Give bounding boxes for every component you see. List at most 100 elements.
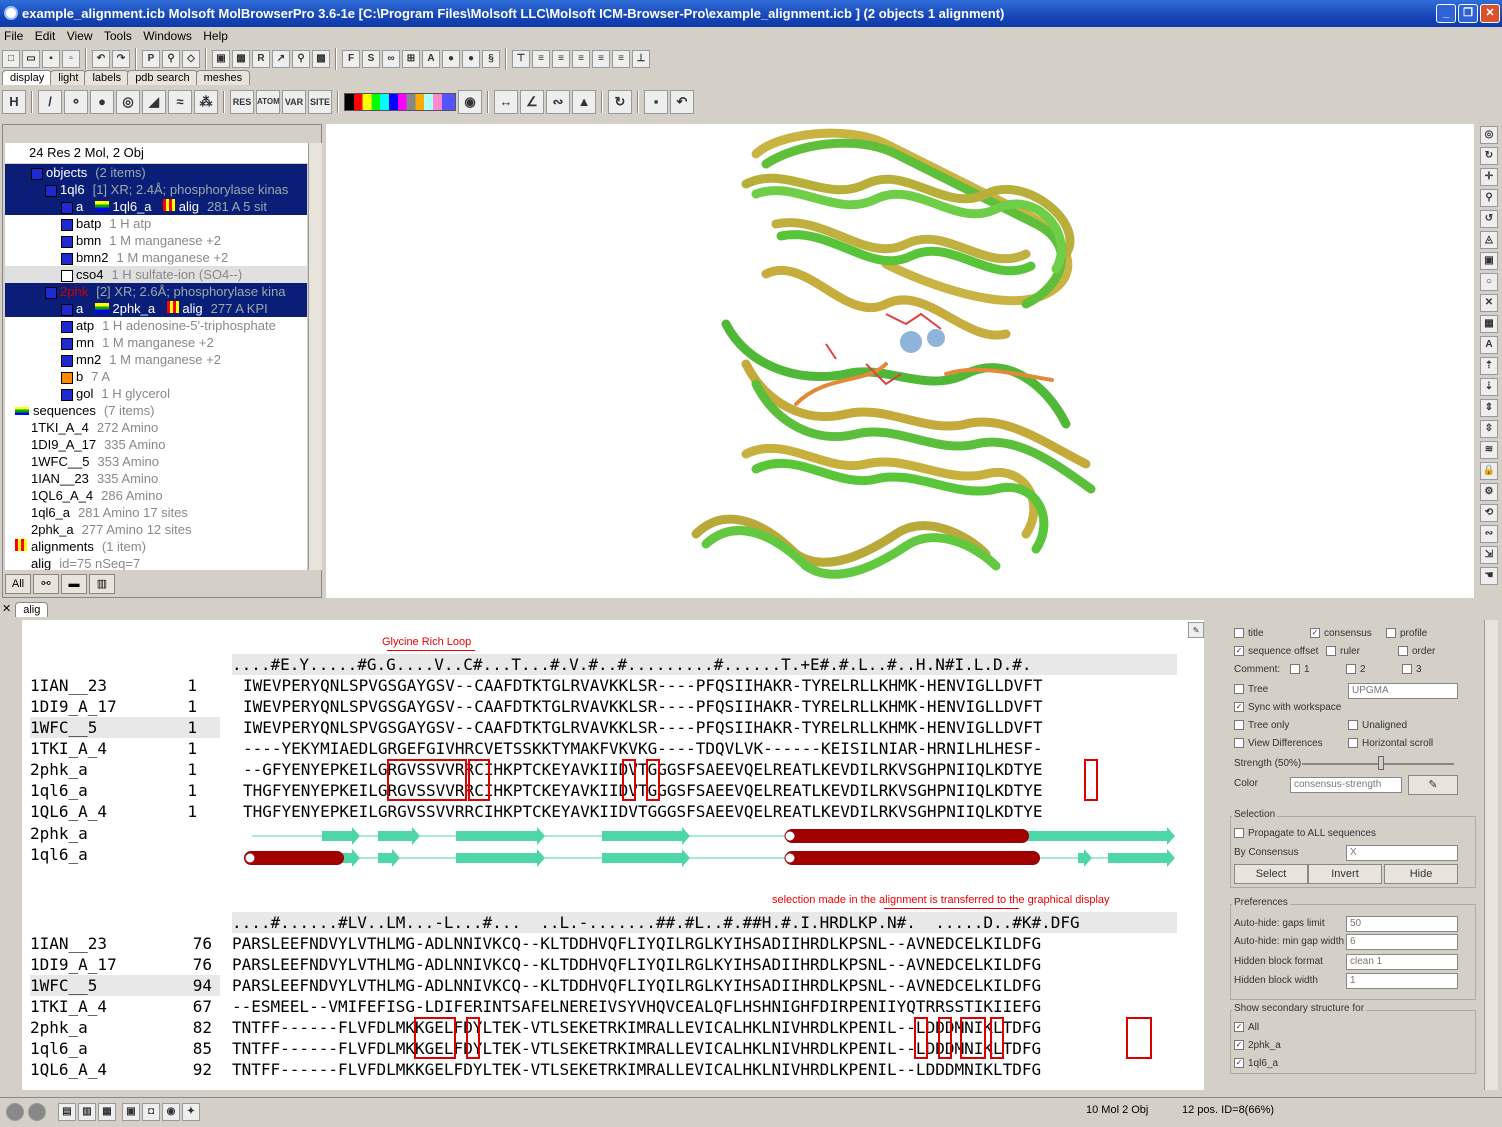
tab-labels[interactable]: labels: [84, 70, 130, 85]
menu-view[interactable]: View: [63, 29, 97, 43]
tree-item-seq-1tki[interactable]: 1TKI_A_4 272 Amino: [5, 419, 307, 436]
tree-item-seq-1di9[interactable]: 1DI9_A_17 335 Amino: [5, 436, 307, 453]
angle-icon[interactable]: ∠: [520, 90, 544, 114]
tree-item-bmn[interactable]: bmn 1 M manganese +2: [5, 232, 307, 249]
translate-icon[interactable]: ✛: [1480, 168, 1498, 186]
s-icon[interactable]: S: [362, 50, 380, 68]
menu-tools[interactable]: Tools: [100, 29, 136, 43]
filter-all-tab[interactable]: All: [5, 574, 31, 594]
tree-item-batp[interactable]: batp 1 H atp: [5, 215, 307, 232]
grid-icon[interactable]: ▩: [312, 50, 330, 68]
seq-row[interactable]: THGFYENYEPKEILGRGVSSVVRRCIHKPTCKEYAVKIID…: [243, 801, 1043, 822]
lock-icon[interactable]: 🔒: [1480, 462, 1498, 480]
clip-front-icon[interactable]: ⊤: [512, 50, 530, 68]
save-as-icon[interactable]: ▫: [62, 50, 80, 68]
skin-icon[interactable]: ◢: [142, 90, 166, 114]
select-box-icon[interactable]: ▣: [1480, 252, 1498, 270]
close-tab-icon[interactable]: ✕: [2, 602, 11, 618]
maximize-button[interactable]: ❐: [1458, 4, 1478, 23]
seq-row[interactable]: IWEVPERYQNLSPVGSGAYGSV--CAAFDTKTGLRVAVKK…: [243, 675, 1043, 696]
seq-name[interactable]: 2phk_a: [30, 759, 88, 780]
opt-order[interactable]: order: [1398, 646, 1435, 657]
filter-objects-tab[interactable]: ⚯: [33, 574, 59, 594]
filter-sequences-tab[interactable]: ▬: [61, 574, 87, 594]
a5-label-icon[interactable]: A: [1480, 336, 1498, 354]
opt-profile[interactable]: profile: [1386, 628, 1427, 639]
tree-item-objects[interactable]: objects (2 items): [5, 164, 307, 181]
menu-edit[interactable]: Edit: [31, 29, 60, 43]
select-button[interactable]: Select: [1234, 864, 1308, 884]
filter-alignments-tab[interactable]: ▥: [89, 574, 115, 594]
tab-meshes[interactable]: meshes: [195, 70, 251, 85]
stop-icon[interactable]: [6, 1103, 24, 1121]
tree-item-seq-2phk-a[interactable]: 2phk_a 277 Amino 12 sites: [5, 521, 307, 538]
tree-item-seq-1ian[interactable]: 1IAN__23 335 Amino: [5, 470, 307, 487]
seq-row[interactable]: TNTFF------FLVFDLMKKGELFDYLTEK-VTLSEKETR…: [232, 1059, 1041, 1080]
seq-name[interactable]: 1QL6_A_4: [30, 801, 107, 822]
clip-2-icon[interactable]: ≡: [552, 50, 570, 68]
opt-unaligned[interactable]: Unaligned: [1348, 720, 1407, 731]
seq-name[interactable]: 1DI9_A_17: [30, 696, 117, 717]
fog-icon[interactable]: F: [342, 50, 360, 68]
ss-2phk-checkbox[interactable]: ✓ 2phk_a: [1234, 1040, 1281, 1051]
hide-button[interactable]: Hide: [1384, 864, 1458, 884]
panel-icon[interactable]: ▤: [58, 1103, 76, 1121]
min-gap-width-input[interactable]: 6: [1346, 934, 1458, 950]
xstick-icon[interactable]: ⁂: [194, 90, 218, 114]
tab-light[interactable]: light: [50, 70, 87, 85]
eye-icon[interactable]: ◉: [162, 1103, 180, 1121]
opt-sequence-offset[interactable]: ✓ sequence offset: [1234, 646, 1318, 657]
residue-label-icon[interactable]: RES: [230, 90, 254, 114]
3d-viewer[interactable]: [326, 124, 1474, 598]
area-icon[interactable]: ▲: [572, 90, 596, 114]
select-residue-icon[interactable]: ▦: [232, 50, 250, 68]
tree-item-atp[interactable]: atp 1 H adenosine-5'-triphosphate: [5, 317, 307, 334]
tree-item-alig[interactable]: alig id=75 nSeq=7: [5, 555, 307, 570]
fog-depth-icon[interactable]: ≋: [1480, 441, 1498, 459]
clip-reset-icon[interactable]: ⇳: [1480, 420, 1498, 438]
lasso-icon[interactable]: ○: [1480, 273, 1498, 291]
tree-item-sequences[interactable]: sequences (7 items): [5, 402, 307, 419]
clip-down-icon[interactable]: ⇣: [1480, 378, 1498, 396]
scale-icon[interactable]: ⇲: [1480, 546, 1498, 564]
new-file-icon[interactable]: □: [2, 50, 20, 68]
menu-help[interactable]: Help: [199, 29, 232, 43]
distance-icon[interactable]: ↔: [494, 90, 518, 114]
axis-icon[interactable]: H: [2, 90, 26, 114]
move-icon[interactable]: ↗: [272, 50, 290, 68]
tree-scrollbar[interactable]: [308, 143, 322, 570]
tab-pdb-search[interactable]: pdb search: [127, 70, 198, 85]
tab-alig[interactable]: alig: [15, 602, 49, 617]
alignment-edit-icon[interactable]: ✎: [1188, 622, 1204, 638]
color-palette[interactable]: [344, 93, 456, 111]
select-icon[interactable]: ▣: [212, 50, 230, 68]
tree-method-select[interactable]: UPGMA: [1348, 683, 1458, 699]
rotate-icon[interactable]: ↻: [1480, 147, 1498, 165]
seq-row[interactable]: PARSLEEFNDVYLVTHLMG-ADLNNIVKCQ--KLTDDHVQ…: [232, 933, 1041, 954]
opt-title[interactable]: title: [1234, 628, 1264, 639]
close-button[interactable]: ✕: [1480, 4, 1500, 23]
save-icon[interactable]: ▪: [42, 50, 60, 68]
menu-file[interactable]: File: [0, 29, 27, 43]
seq-name[interactable]: 2phk_a: [30, 1017, 88, 1038]
stereo-icon[interactable]: ◬: [1480, 231, 1498, 249]
tree-item-1ql6-a[interactable]: a 1ql6_a alig 281 A 5 sit: [5, 198, 307, 215]
color-mode-select[interactable]: consensus-strength: [1290, 777, 1402, 793]
invert-button[interactable]: Invert: [1308, 864, 1382, 884]
seq-name[interactable]: 1TKI_A_4: [30, 996, 107, 1017]
menu-windows[interactable]: Windows: [139, 29, 196, 43]
seq-row[interactable]: ----YEKYMIAEDLGRGEFGIVHRCVETSSKKTYMAKFVK…: [243, 738, 1043, 759]
hidden-block-format-select[interactable]: clean 1: [1346, 954, 1458, 970]
color-wheel-icon[interactable]: ◉: [458, 90, 482, 114]
clip-both-icon[interactable]: ⇕: [1480, 399, 1498, 417]
hand-icon[interactable]: ☚: [1480, 567, 1498, 585]
terminal-icon[interactable]: ▦: [98, 1103, 116, 1121]
opt-tree-only[interactable]: Tree only: [1234, 720, 1289, 731]
ribbon-icon[interactable]: ≈: [168, 90, 192, 114]
hidden-block-width-input[interactable]: 1: [1346, 973, 1458, 989]
tree-item-mn2[interactable]: mn2 1 M manganese +2: [5, 351, 307, 368]
seq-name[interactable]: 1QL6_A_4: [30, 1059, 107, 1080]
redo-icon[interactable]: ↷: [112, 50, 130, 68]
opt-view-differences[interactable]: View Differences: [1234, 738, 1323, 749]
pin-icon[interactable]: ⚲: [292, 50, 310, 68]
